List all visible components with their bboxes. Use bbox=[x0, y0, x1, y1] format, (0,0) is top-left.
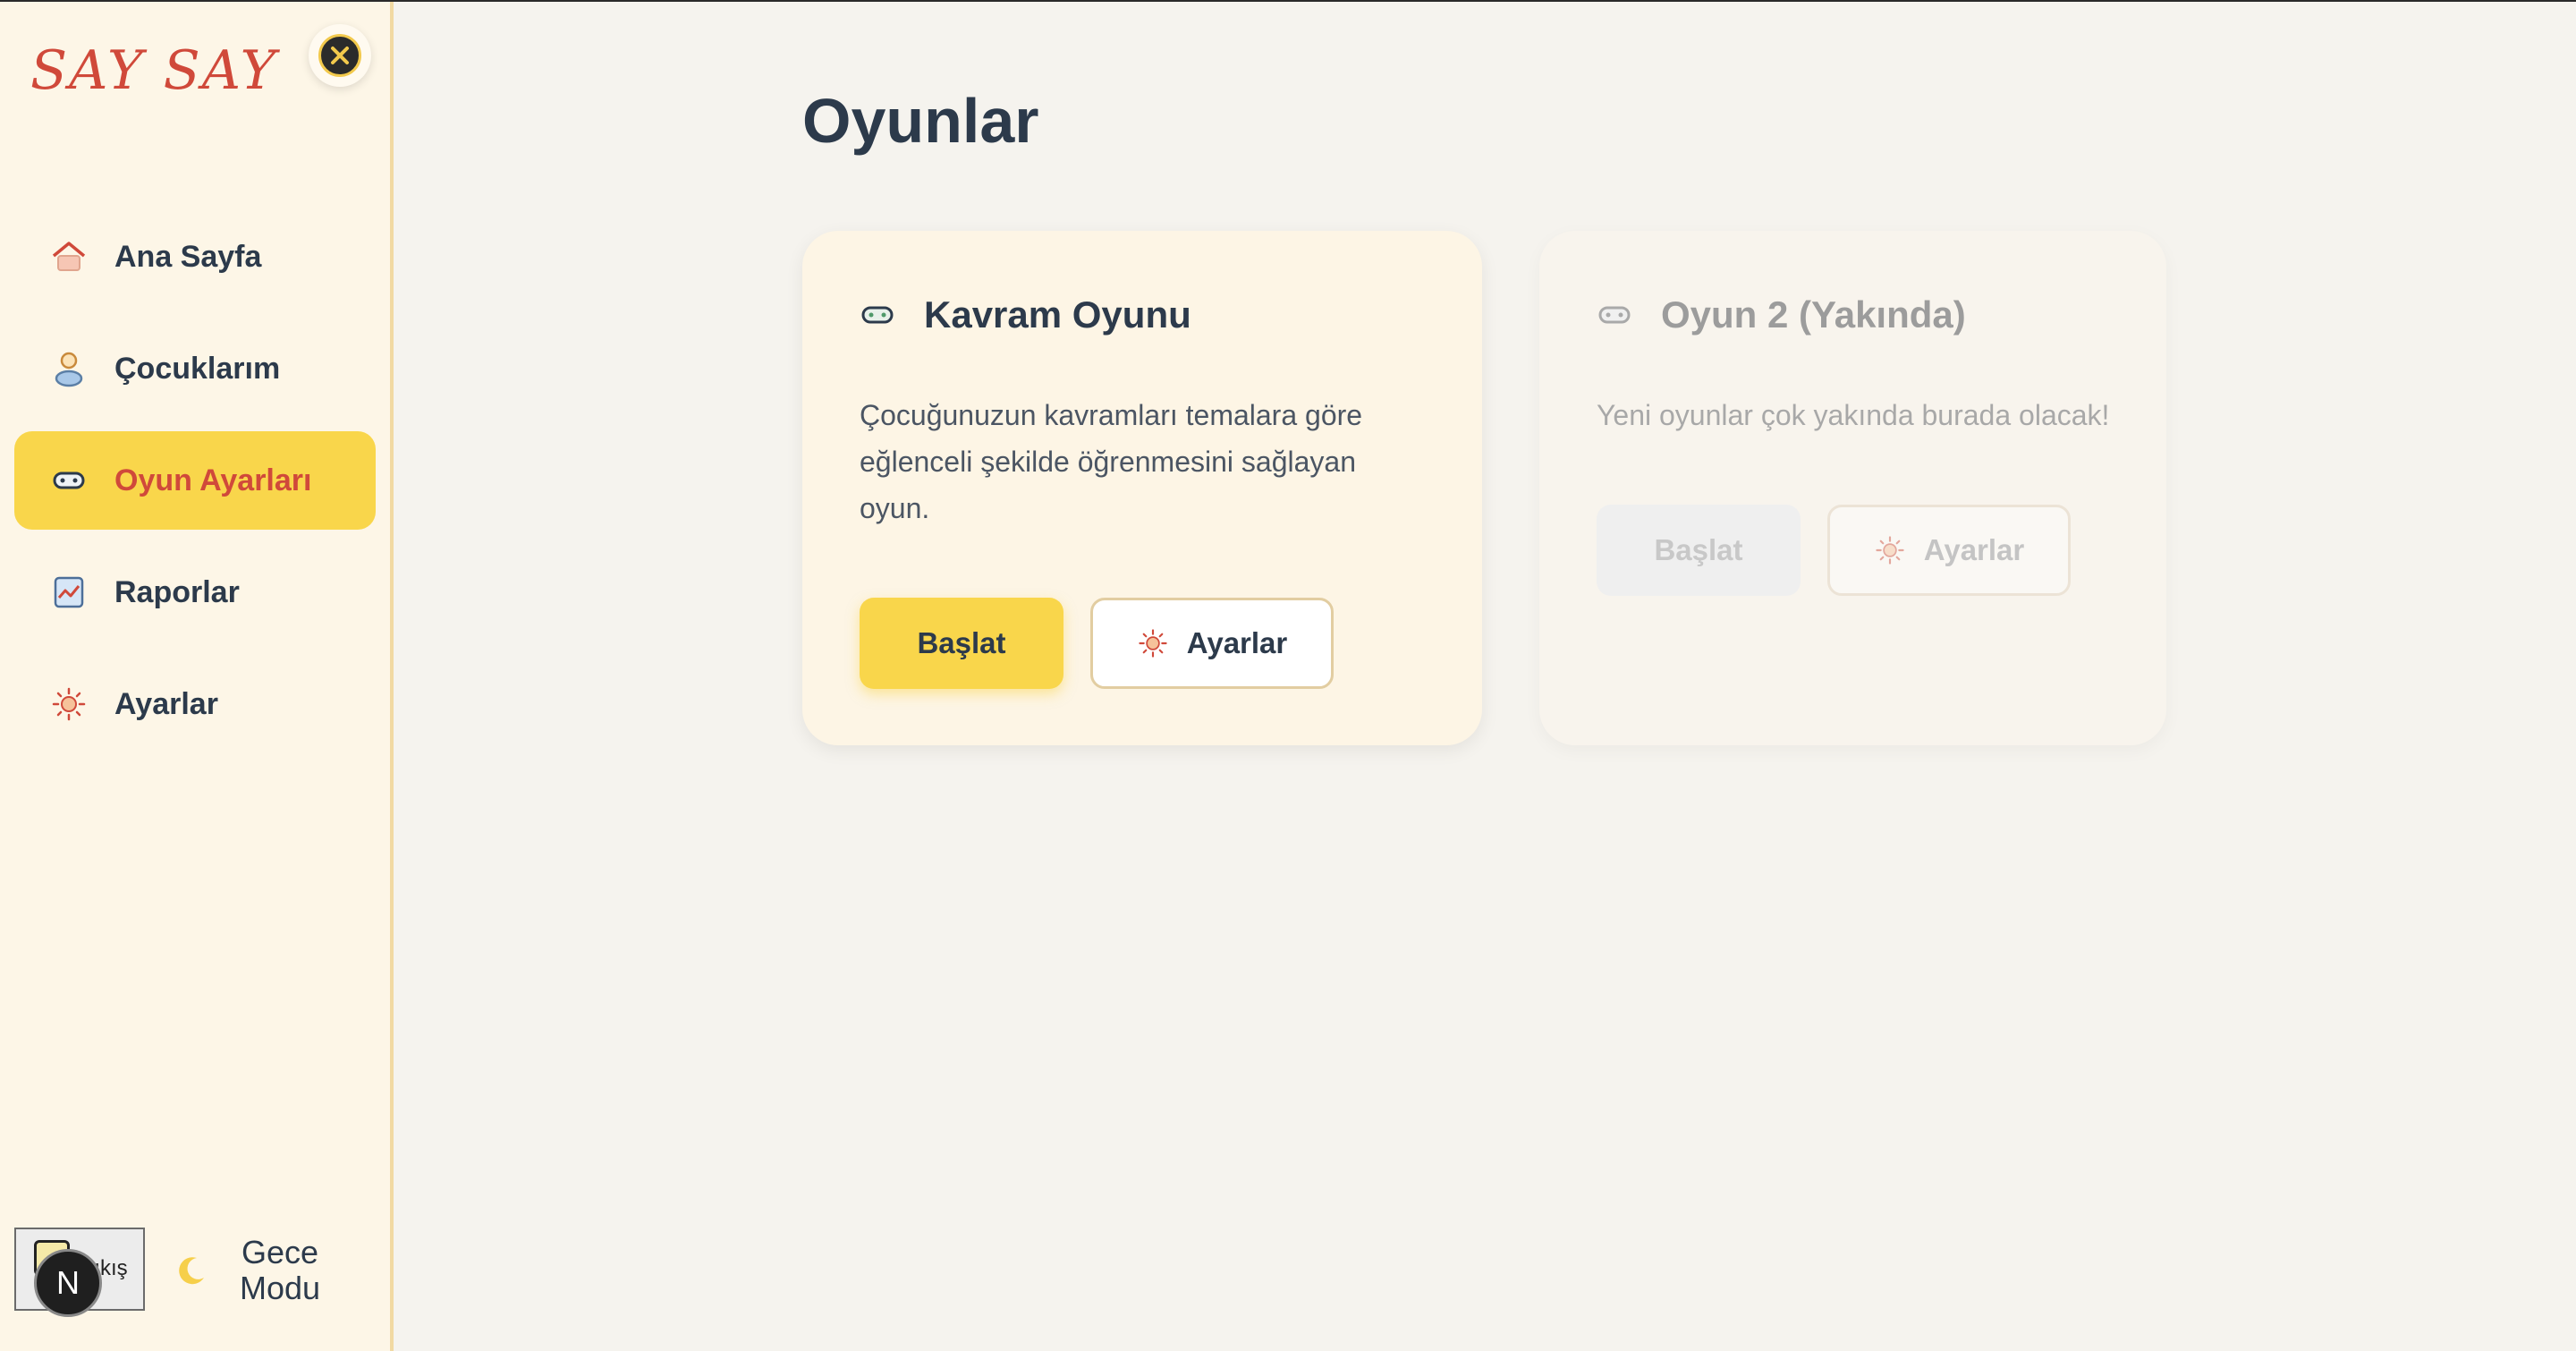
card-description: Çocuğunuzun kavramları temalara göre eğl… bbox=[860, 399, 1363, 524]
card-description: Yeni oyunlar çok yakında burada olacak! bbox=[1597, 399, 2110, 431]
close-sidebar-button[interactable] bbox=[309, 24, 371, 87]
child-icon bbox=[50, 350, 88, 387]
close-icon bbox=[318, 34, 361, 77]
card-title: Oyun 2 (Yakında) bbox=[1661, 293, 1966, 336]
sidebar-item-label: Ayarlar bbox=[114, 686, 218, 721]
page-title: Oyunlar bbox=[802, 86, 1039, 156]
game-card-coming-soon: Oyun 2 (Yakında) Yeni oyunlar çok yakınd… bbox=[1539, 231, 2166, 745]
night-mode-label-line1: Gece bbox=[241, 1234, 319, 1270]
sidebar-nav: Ana Sayfa Çocuklarım Oyun Ayarları Rapor… bbox=[14, 208, 376, 767]
sidebar-item-home[interactable]: Ana Sayfa bbox=[14, 208, 376, 306]
game-settings-button-disabled: Ayarlar bbox=[1827, 505, 2071, 596]
card-header: Oyun 2 (Yakında) bbox=[1597, 293, 1966, 336]
night-mode-toggle[interactable]: Gece Modu bbox=[222, 1235, 338, 1306]
button-label: Ayarlar bbox=[1186, 626, 1288, 659]
night-mode-label-line2: Modu bbox=[239, 1270, 321, 1306]
sidebar-item-children[interactable]: Çocuklarım bbox=[14, 319, 376, 418]
sun-gear-icon bbox=[1137, 627, 1169, 659]
moon-icon[interactable] bbox=[174, 1253, 209, 1288]
sidebar-item-label: Çocuklarım bbox=[114, 351, 281, 386]
card-title: Kavram Oyunu bbox=[924, 293, 1191, 336]
sidebar-item-label: Ana Sayfa bbox=[114, 239, 262, 274]
sidebar-item-label: Raporlar bbox=[114, 574, 240, 609]
dev-badge-letter: N bbox=[56, 1264, 80, 1301]
chart-icon bbox=[50, 574, 88, 611]
card-header: Kavram Oyunu bbox=[860, 293, 1191, 336]
start-game-button-disabled: Başlat bbox=[1597, 505, 1801, 596]
game-settings-button[interactable]: Ayarlar bbox=[1090, 598, 1334, 689]
home-icon bbox=[50, 238, 88, 276]
sidebar-item-label: Oyun Ayarları bbox=[114, 463, 312, 497]
sidebar-footer: Çıkış N Gece Modu bbox=[14, 1228, 381, 1317]
gamepad-icon bbox=[50, 462, 88, 499]
sidebar-item-settings[interactable]: Ayarlar bbox=[14, 655, 376, 753]
game-card-kavram: Kavram Oyunu Çocuğunuzun kavramları tema… bbox=[802, 231, 1482, 745]
sidebar: SAY SAY Ana Sayfa Çocuklarım Oyun Ayarla… bbox=[0, 2, 394, 1351]
gamepad-icon bbox=[1597, 297, 1632, 333]
button-label: Ayarlar bbox=[1923, 533, 2025, 566]
sidebar-item-reports[interactable]: Raporlar bbox=[14, 543, 376, 642]
sun-gear-icon bbox=[50, 685, 88, 723]
dev-badge[interactable]: N bbox=[34, 1249, 102, 1317]
start-game-button[interactable]: Başlat bbox=[860, 598, 1063, 689]
sun-gear-icon bbox=[1874, 534, 1906, 566]
app-logo: SAY SAY bbox=[30, 39, 278, 102]
sidebar-item-game-settings[interactable]: Oyun Ayarları bbox=[14, 431, 376, 530]
gamepad-icon bbox=[860, 297, 895, 333]
